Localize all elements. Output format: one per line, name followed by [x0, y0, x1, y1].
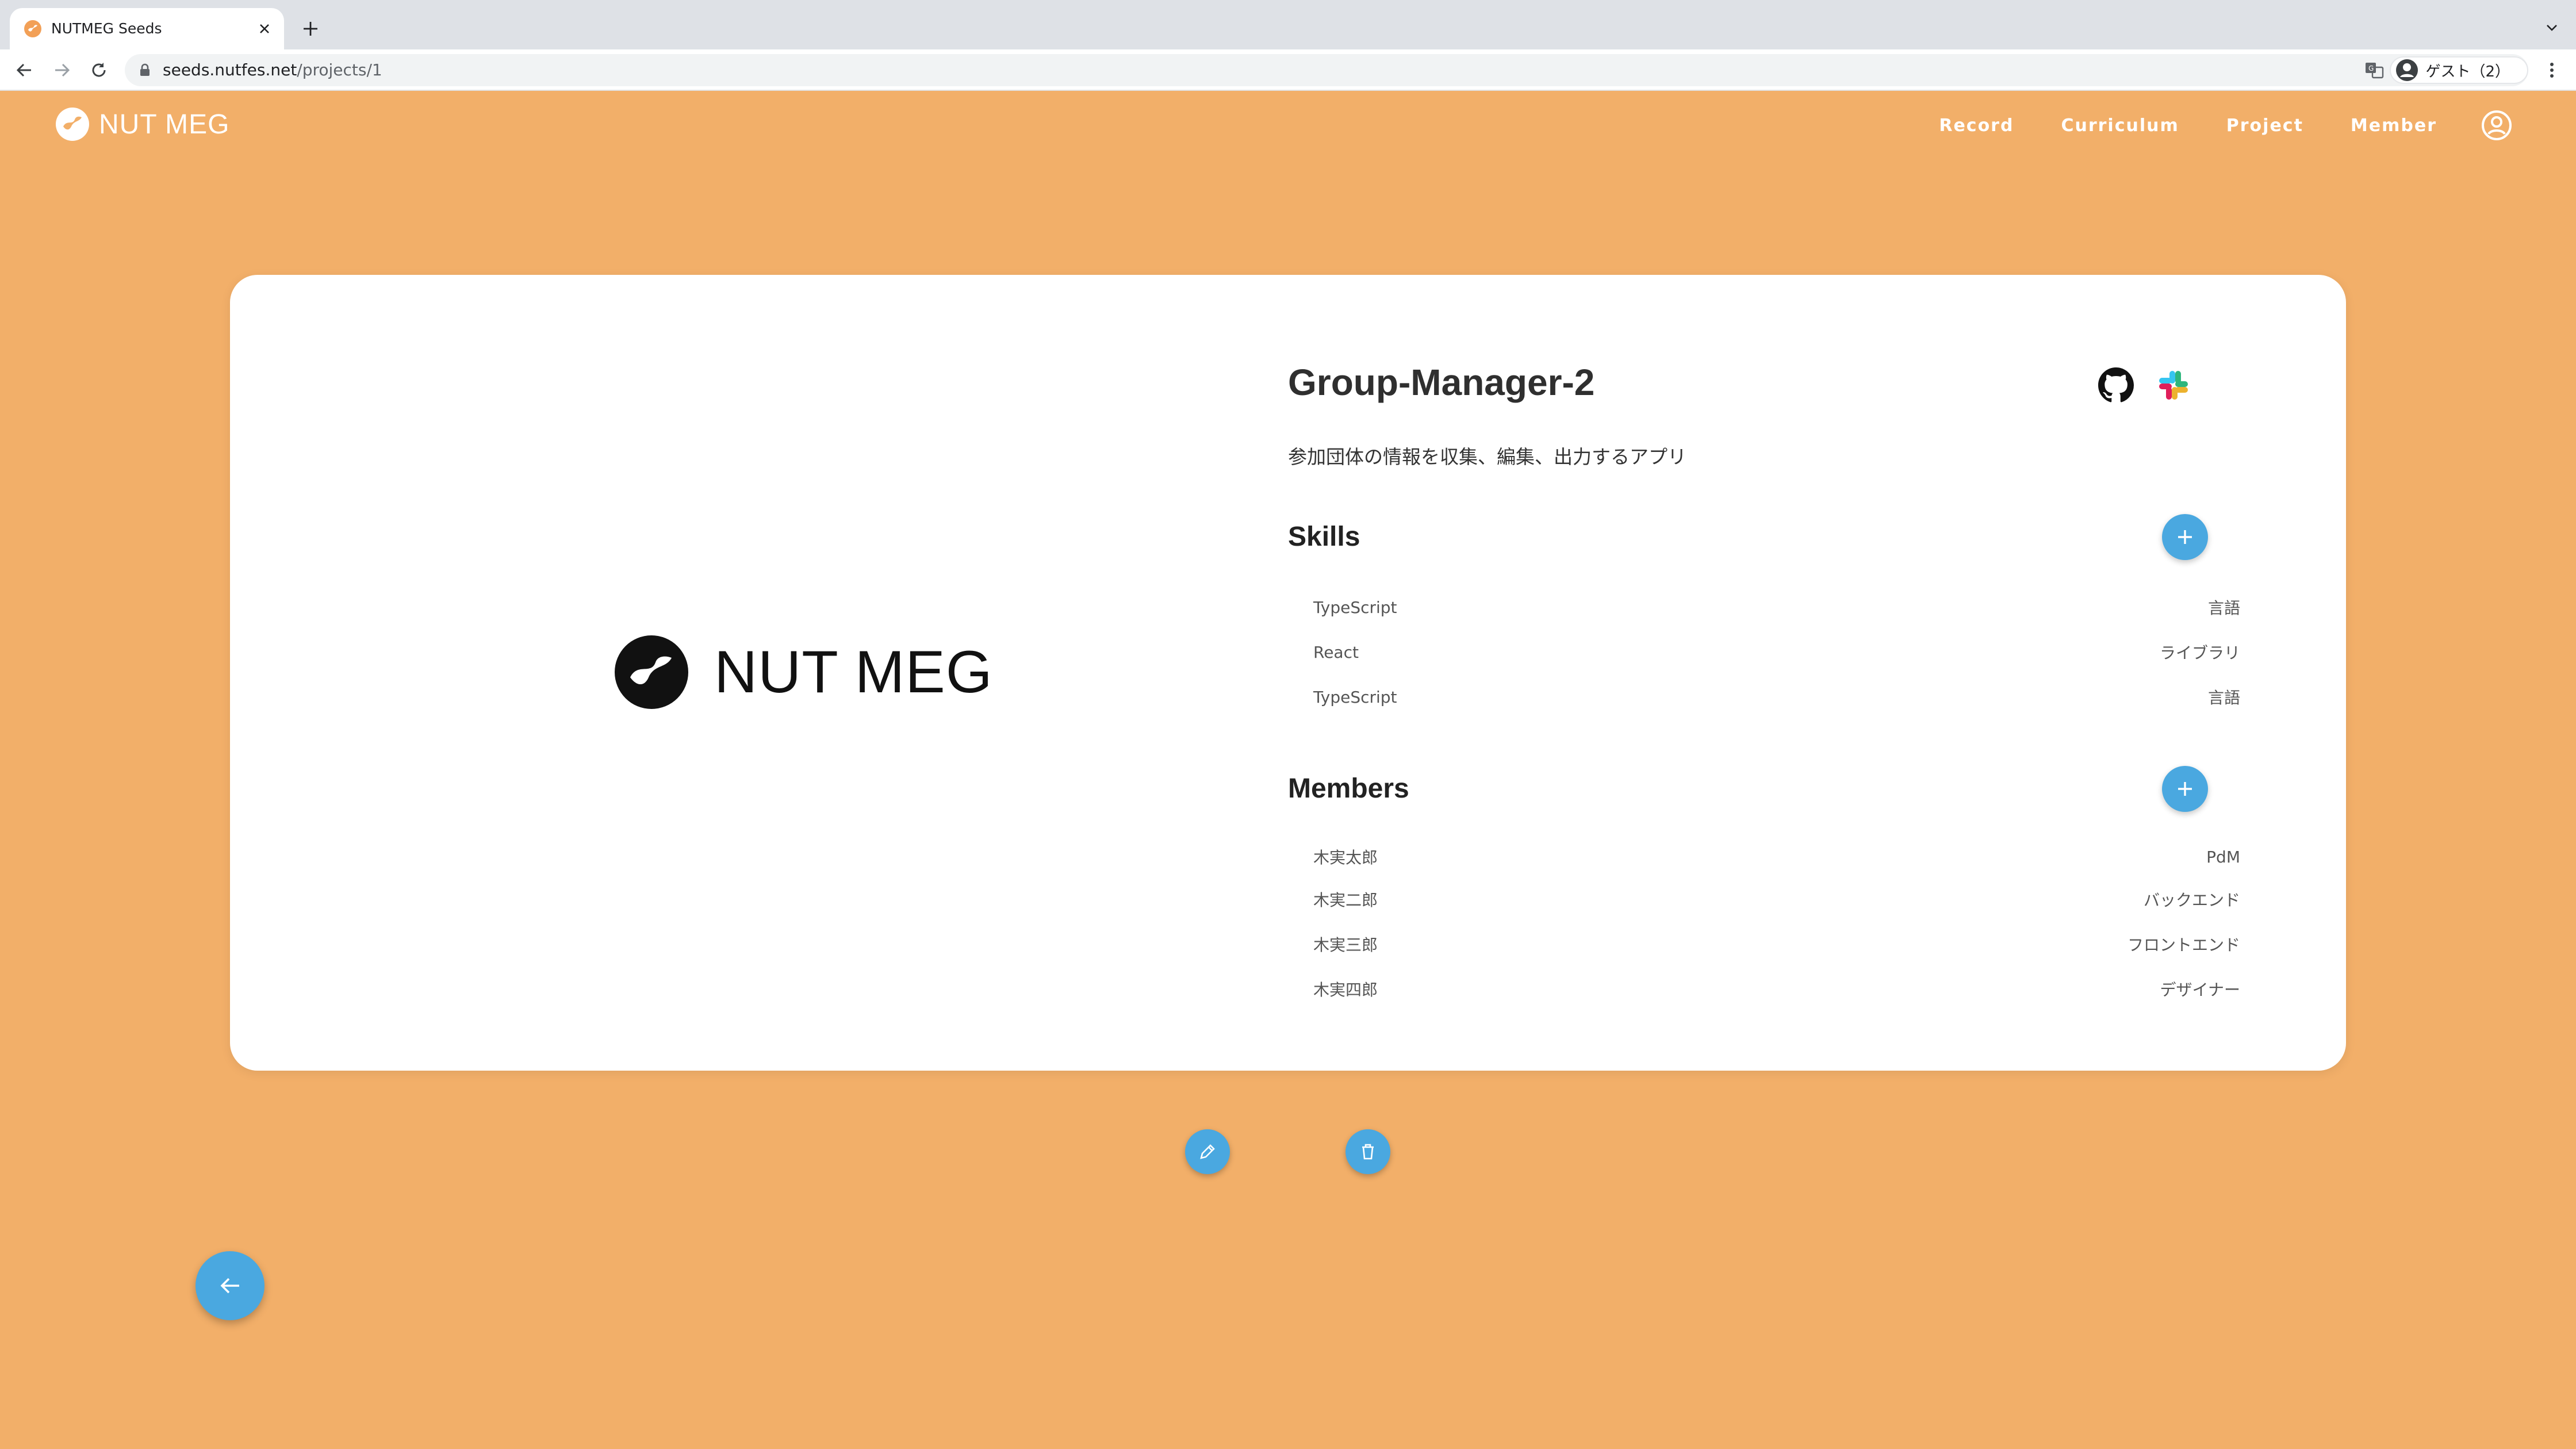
top-navigation: Record Curriculum Project Member [1892, 108, 2513, 143]
skill-name: TypeScript [1313, 687, 1397, 707]
skill-category: 言語 [2207, 599, 2240, 618]
member-role: バックエンド [2143, 891, 2240, 910]
member-row: 木実太郎 PdM [1313, 839, 2240, 874]
back-button[interactable] [195, 1251, 264, 1320]
member-row: 木実四郎 デザイナー [1313, 972, 2240, 1006]
translate-icon[interactable]: G [2364, 60, 2385, 80]
profile-avatar-icon [2396, 59, 2418, 81]
browser-toolbar: seeds.nutfes.net/projects/1 G ゲスト（2） [0, 49, 2576, 91]
member-name: 木実三郎 [1313, 936, 1378, 954]
project-logo-text: NUT MEG [714, 638, 993, 706]
edit-icon [1200, 1144, 1215, 1159]
url-text: seeds.nutfes.net/projects/1 [163, 60, 382, 79]
forward-arrow-icon[interactable] [48, 56, 76, 84]
project-card: NUT MEG Group-Manager-2 参加団体の情報を収集、編集、出力… [230, 275, 2346, 1071]
delete-button[interactable] [1346, 1129, 1390, 1174]
member-name: 木実太郎 [1313, 848, 1378, 867]
skill-category: ライブラリ [2159, 643, 2240, 662]
nav-curriculum[interactable]: Curriculum [2061, 116, 2179, 136]
members-heading: Members [1288, 773, 1409, 804]
brand-text: NUT MEG [99, 109, 230, 140]
tab-close-icon[interactable] [253, 17, 276, 40]
member-role: フロントエンド [2127, 936, 2240, 954]
nutmeg-logo-icon [615, 635, 688, 709]
project-detail: Group-Manager-2 参加団体の情報を収集、編集、出力するアプリ Sk… [1288, 275, 2266, 1071]
address-bar[interactable]: seeds.nutfes.net/projects/1 G ゲスト（2） [125, 54, 2528, 86]
more-menu-icon[interactable] [2538, 56, 2566, 84]
profile-chip[interactable]: ゲスト（2） [2390, 56, 2528, 84]
nav-record[interactable]: Record [1939, 116, 2014, 136]
svg-text:G: G [2368, 64, 2374, 72]
app-header: NUT MEG Record Curriculum Project Member [0, 91, 2576, 160]
slack-icon[interactable] [2155, 367, 2192, 404]
browser-tabstrip: NUTMEG Seeds [0, 0, 2576, 49]
account-icon[interactable] [2481, 109, 2513, 141]
nav-member[interactable]: Member [2351, 116, 2437, 136]
skills-heading: Skills [1288, 522, 1360, 552]
plus-icon [2178, 530, 2192, 544]
skill-row: React ライブラリ [1313, 635, 2240, 669]
edit-button[interactable] [1185, 1129, 1230, 1174]
project-logo: NUT MEG [614, 635, 993, 710]
member-name: 木実四郎 [1313, 980, 1378, 999]
back-arrow-icon[interactable] [10, 56, 38, 84]
project-title: Group-Manager-2 [1288, 362, 1595, 403]
plus-icon [2178, 782, 2192, 796]
add-member-button[interactable] [2162, 766, 2208, 812]
add-skill-button[interactable] [2162, 514, 2208, 560]
lock-icon [140, 63, 150, 76]
member-name: 木実二郎 [1313, 891, 1378, 910]
member-row: 木実二郎 バックエンド [1313, 882, 2240, 917]
skill-name: React [1313, 642, 1359, 662]
project-description: 参加団体の情報を収集、編集、出力するアプリ [1288, 446, 1686, 468]
nutmeg-logo-icon [56, 108, 89, 141]
arrow-left-icon [220, 1278, 239, 1294]
browser-tab[interactable]: NUTMEG Seeds [10, 8, 284, 49]
chevron-down-icon[interactable] [2540, 16, 2563, 39]
tab-title: NUTMEG Seeds [51, 20, 162, 37]
skill-category: 言語 [2207, 688, 2240, 707]
skill-row: TypeScript 言語 [1313, 680, 2240, 714]
nav-project[interactable]: Project [2226, 116, 2303, 136]
nutmeg-favicon-icon [24, 20, 41, 37]
member-role: PdM [2206, 847, 2240, 867]
new-tab-icon[interactable] [297, 15, 324, 43]
skill-row: TypeScript 言語 [1313, 590, 2240, 624]
member-row: 木実三郎 フロントエンド [1313, 927, 2240, 961]
profile-label: ゲスト（2） [2425, 63, 2510, 80]
github-icon[interactable] [2098, 367, 2134, 404]
reload-icon[interactable] [85, 56, 113, 84]
trash-icon [1362, 1144, 1374, 1160]
skill-name: TypeScript [1313, 597, 1397, 617]
project-links [2098, 367, 2192, 404]
brand-logo[interactable]: NUT MEG [55, 107, 229, 141]
member-role: デザイナー [2160, 980, 2240, 999]
